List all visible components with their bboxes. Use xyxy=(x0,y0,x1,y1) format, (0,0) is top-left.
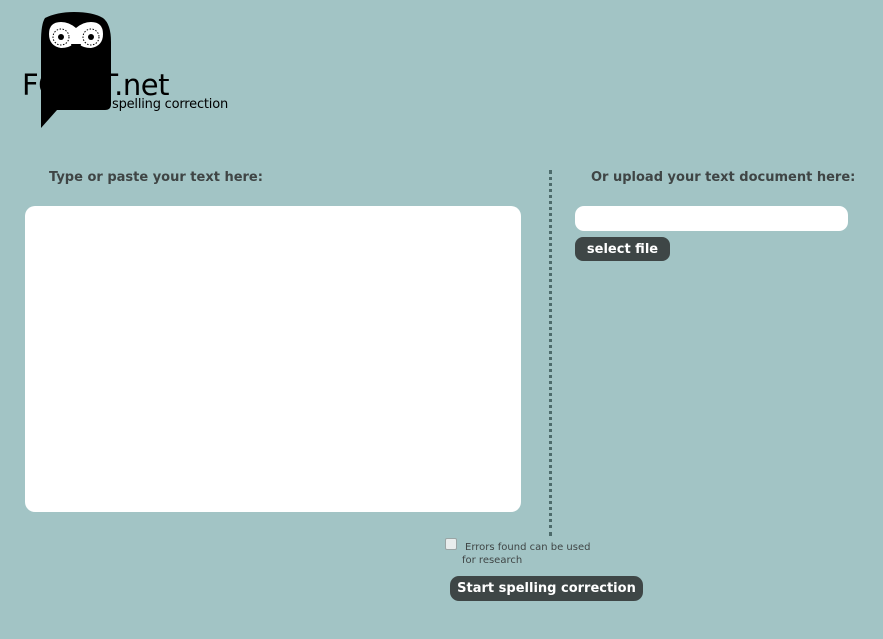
research-label-line1: Errors found can be used xyxy=(465,542,591,553)
research-checkbox[interactable] xyxy=(445,538,457,550)
text-input-heading: Type or paste your text here: xyxy=(49,170,263,185)
brand-tagline: spelling correction xyxy=(112,97,229,112)
column-divider xyxy=(549,170,552,536)
research-label-line2: for research xyxy=(462,555,523,566)
logo[interactable]: FOWLT.net spelling correction xyxy=(22,12,252,134)
upload-heading: Or upload your text document here: xyxy=(591,170,856,185)
start-correction-button[interactable]: Start spelling correction xyxy=(450,576,643,601)
file-path-field[interactable] xyxy=(575,206,848,231)
select-file-button[interactable]: select file xyxy=(575,237,670,261)
text-input[interactable] xyxy=(25,206,521,512)
research-label: Errors found can be used for research xyxy=(462,541,612,567)
